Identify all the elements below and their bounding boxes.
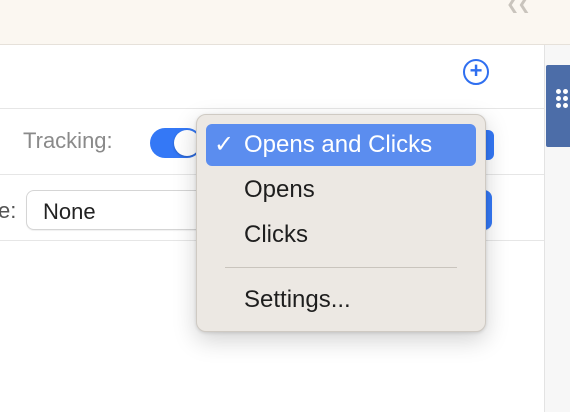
tracking-menu: ✓ Opens and Clicks Opens Clicks Settings… [196,114,486,332]
plus-circle-icon: + [469,58,483,83]
menu-item-opens-and-clicks[interactable]: ✓ Opens and Clicks [206,124,476,166]
checkmark-icon: ✓ [214,131,235,158]
menu-item-opens[interactable]: Opens [206,169,476,211]
tracking-toggle[interactable] [150,128,202,158]
row-label: e: [0,198,17,223]
app-window: ❮❮ + Tracking: e: None ✓ Opens and Click… [0,0,570,412]
menu-item-clicks[interactable]: Clicks [206,214,476,256]
menu-item-label: Opens and Clicks [244,131,433,158]
menu-item-label: Clicks [244,221,308,248]
select-value: None [43,199,96,224]
collapse-chevrons-icon[interactable]: ❮❮ [506,0,536,13]
add-button[interactable]: + [463,59,489,85]
menu-item-label: Settings... [244,286,351,313]
row-divider [0,108,544,109]
menu-item-label: Opens [244,176,315,203]
apps-side-tab[interactable] [546,65,570,147]
menu-item-settings[interactable]: Settings... [206,279,476,321]
menu-separator [225,267,457,268]
tracking-label: Tracking: [23,128,113,153]
grid-dots-icon [556,89,568,123]
top-bar: ❮❮ [0,0,570,45]
